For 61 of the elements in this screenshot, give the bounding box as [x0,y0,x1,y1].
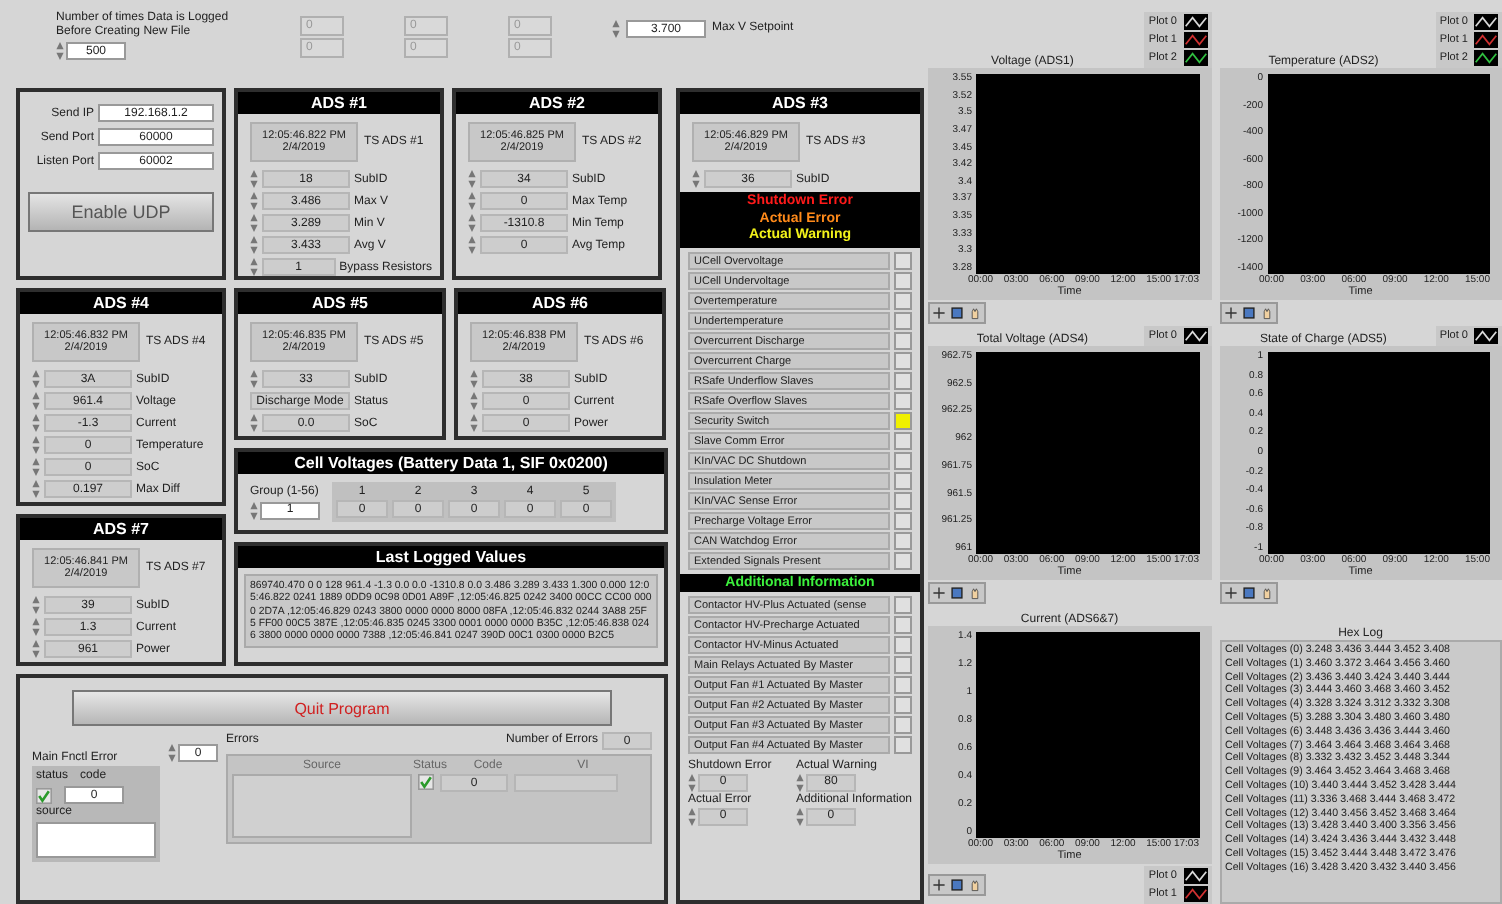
spinner-icon[interactable] [470,414,478,432]
panel-title: ADS #1 [238,92,440,114]
graph-palette[interactable] [928,874,986,896]
spinner-icon[interactable] [470,370,478,388]
zoom-icon[interactable] [1241,586,1255,600]
crosshair-icon[interactable] [1223,586,1237,600]
panel-title: Last Logged Values [238,546,664,568]
panel-title: ADS #6 [458,292,662,314]
panel-title: ADS #4 [20,292,222,314]
graph-palette[interactable] [1219,302,1277,324]
spinner-icon[interactable] [250,370,258,388]
graph-palette[interactable] [928,302,986,324]
zoom-icon[interactable] [1241,306,1255,320]
legend-swatch[interactable] [1183,50,1207,66]
spinner-icon[interactable] [468,170,476,188]
panel-title: ADS #3 [680,92,920,114]
zoom-icon[interactable] [950,306,964,320]
spinner-icon[interactable] [32,392,40,410]
spinner-icon[interactable] [250,214,258,232]
crosshair-icon[interactable] [932,306,946,320]
graph-palette[interactable] [928,582,986,604]
panel-title: Cell Voltages (Battery Data 1, SIF 0x0200) [238,452,664,474]
spinner-icon[interactable] [32,414,40,432]
hand-icon[interactable] [968,878,982,892]
panel-title: ADS #5 [238,292,442,314]
spinner-icon[interactable] [470,392,478,410]
crosshair-icon[interactable] [932,586,946,600]
graph-palette[interactable] [1219,582,1277,604]
spinner-icon[interactable] [32,370,40,388]
spinner-icon[interactable] [32,480,40,498]
spinner-icon[interactable] [250,236,258,254]
hand-icon[interactable] [968,586,982,600]
enable-udp-button[interactable]: Enable UDP [28,192,214,232]
spinner-icon[interactable] [250,414,258,432]
spinner-icon[interactable] [250,192,258,210]
spinner-icon[interactable] [612,20,620,38]
hand-icon[interactable] [1259,306,1273,320]
spinner-icon[interactable] [468,236,476,254]
hand-icon[interactable] [968,306,982,320]
panel-title: ADS #7 [20,518,222,540]
legend-swatch[interactable] [1474,50,1498,66]
zoom-icon[interactable] [950,586,964,600]
crosshair-icon[interactable] [1223,306,1237,320]
spinner-icon[interactable] [250,258,258,276]
crosshair-icon[interactable] [932,878,946,892]
source-field[interactable] [36,822,156,858]
zoom-icon[interactable] [950,878,964,892]
spinner-icon[interactable] [32,436,40,454]
panel-title: ADS #2 [456,92,658,114]
spinner-icon[interactable] [468,214,476,232]
spinner-icon[interactable] [692,170,700,188]
spinner-icon[interactable] [32,640,40,658]
legend-swatch[interactable] [1183,886,1207,902]
spinner-icon[interactable] [32,458,40,476]
hand-icon[interactable] [1259,586,1273,600]
spinner-icon[interactable] [250,170,258,188]
legend-swatch[interactable] [1183,32,1207,48]
legend-swatch[interactable] [1474,32,1498,48]
spinner-icon[interactable] [32,596,40,614]
spinner-icon[interactable] [32,618,40,636]
spinner-icon[interactable] [468,192,476,210]
